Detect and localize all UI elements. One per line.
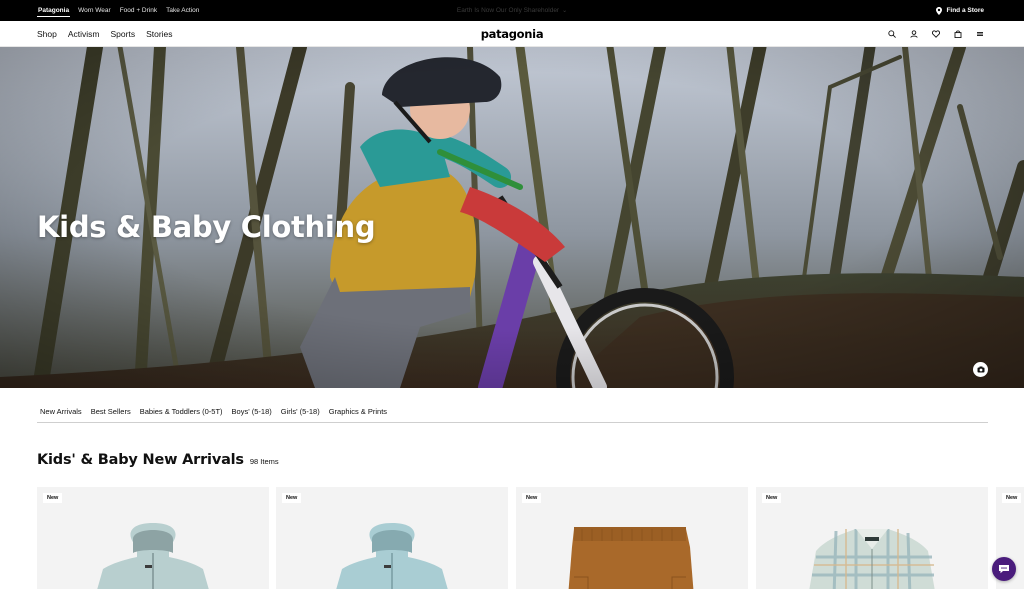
brand-bar: Patagonia Worn Wear Food + Drink Take Ac… [0, 0, 1024, 21]
tab-babies-toddlers[interactable]: Babies & Toddlers (0-5T) [140, 402, 223, 422]
brand-link-patagonia[interactable]: Patagonia [37, 0, 71, 21]
section-header: Kids' & Baby New Arrivals 98 Items [37, 452, 279, 468]
product-card[interactable]: New [756, 487, 988, 589]
promo-text[interactable]: Earth Is Now Our Only Shareholder [457, 7, 559, 14]
brand-link-food-drink[interactable]: Food + Drink [119, 0, 158, 21]
tab-girls[interactable]: Girls' (5-18) [281, 402, 320, 422]
tab-new-arrivals[interactable]: New Arrivals [40, 402, 82, 422]
brand-link-take-action[interactable]: Take Action [165, 0, 200, 21]
chat-button[interactable] [992, 557, 1016, 581]
account-icon[interactable] [910, 30, 918, 38]
brand-link-worn-wear[interactable]: Worn Wear [77, 0, 112, 21]
chat-icon [999, 565, 1009, 574]
find-a-store-label: Find a Store [946, 7, 984, 14]
find-a-store-link[interactable]: Find a Store [936, 0, 984, 21]
new-badge: New [43, 493, 63, 503]
hero-title: Kids & Baby Clothing [37, 210, 376, 244]
shorts-icon [568, 527, 694, 589]
new-badge: New [282, 493, 302, 503]
product-card[interactable]: New [37, 487, 269, 589]
patagonia-logo[interactable]: patagonia [0, 21, 1024, 47]
location-pin-icon [936, 6, 943, 15]
brand-links: Patagonia Worn Wear Food + Drink Take Ac… [37, 0, 200, 21]
jacket-icon [97, 523, 209, 589]
category-tabs: New Arrivals Best Sellers Babies & Toddl… [37, 402, 988, 423]
product-grid: New New New New New [37, 487, 1024, 589]
chevron-down-icon[interactable]: ⌄ [562, 1, 567, 22]
tab-best-sellers[interactable]: Best Sellers [91, 402, 131, 422]
nav-icons [888, 21, 984, 47]
item-count: 98 Items [249, 457, 279, 466]
heart-icon[interactable] [932, 30, 940, 38]
flannel-shirt-icon [809, 529, 935, 589]
new-badge: New [1002, 493, 1022, 503]
hero-banner: Kids & Baby Clothing [0, 47, 1024, 388]
new-badge: New [522, 493, 542, 503]
tab-boys[interactable]: Boys' (5-18) [232, 402, 272, 422]
camera-icon[interactable] [973, 362, 988, 377]
product-card[interactable]: New [516, 487, 748, 589]
menu-icon[interactable] [976, 30, 984, 38]
product-card[interactable]: New [276, 487, 508, 589]
new-badge: New [762, 493, 782, 503]
jacket-icon [336, 523, 448, 589]
section-title: Kids' & Baby New Arrivals [37, 452, 244, 468]
tab-graphics-prints[interactable]: Graphics & Prints [329, 402, 387, 422]
bag-icon[interactable] [954, 30, 962, 38]
main-nav: Shop Activism Sports Stories patagonia [0, 21, 1024, 47]
search-icon[interactable] [888, 30, 896, 38]
